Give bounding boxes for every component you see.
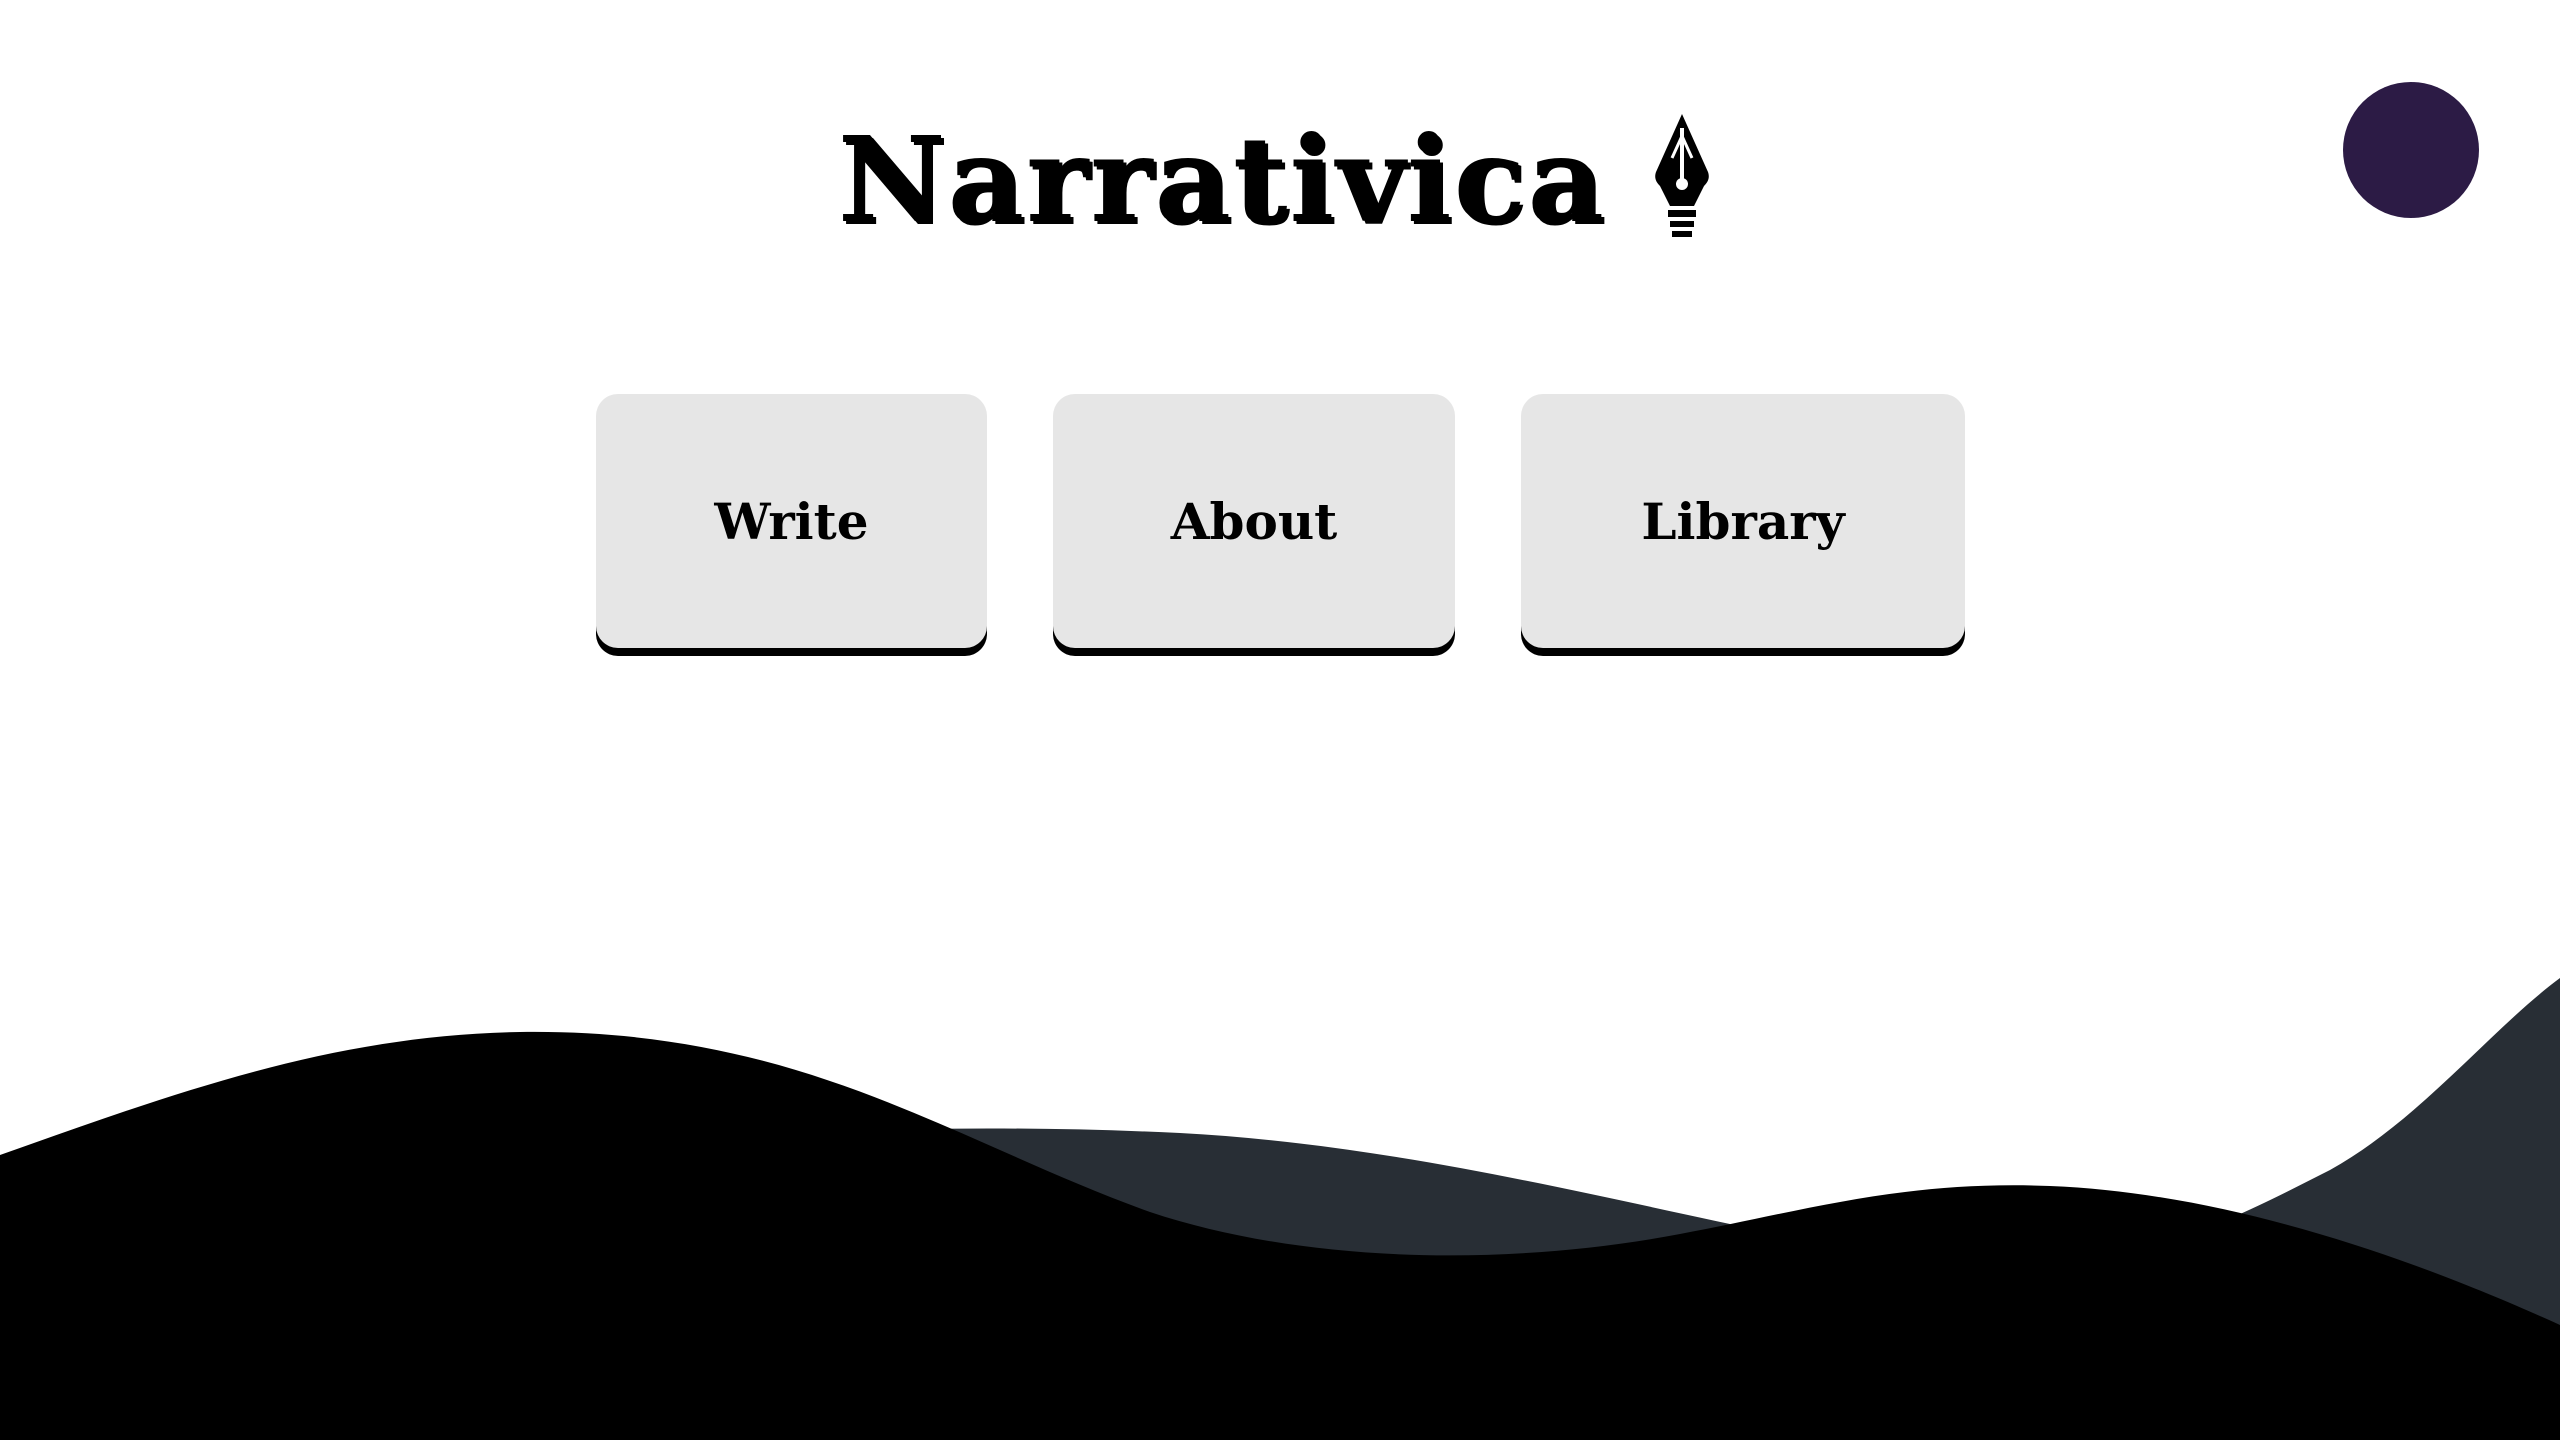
write-button-label: Write [714, 491, 869, 551]
user-avatar[interactable] [2343, 82, 2479, 218]
write-button[interactable]: Write [596, 394, 987, 648]
about-button[interactable]: About [1053, 394, 1455, 648]
site-header: Narrativica [0, 100, 2560, 260]
page-title: Narrativica [837, 110, 1607, 249]
landing-page: Narrativica Write About Library [0, 0, 2560, 1440]
about-button-label: About [1170, 491, 1338, 551]
fountain-pen-nib-icon [1655, 114, 1709, 237]
library-button-label: Library [1641, 491, 1845, 551]
main-nav: Write About Library [0, 394, 2560, 658]
library-button[interactable]: Library [1521, 394, 1965, 648]
